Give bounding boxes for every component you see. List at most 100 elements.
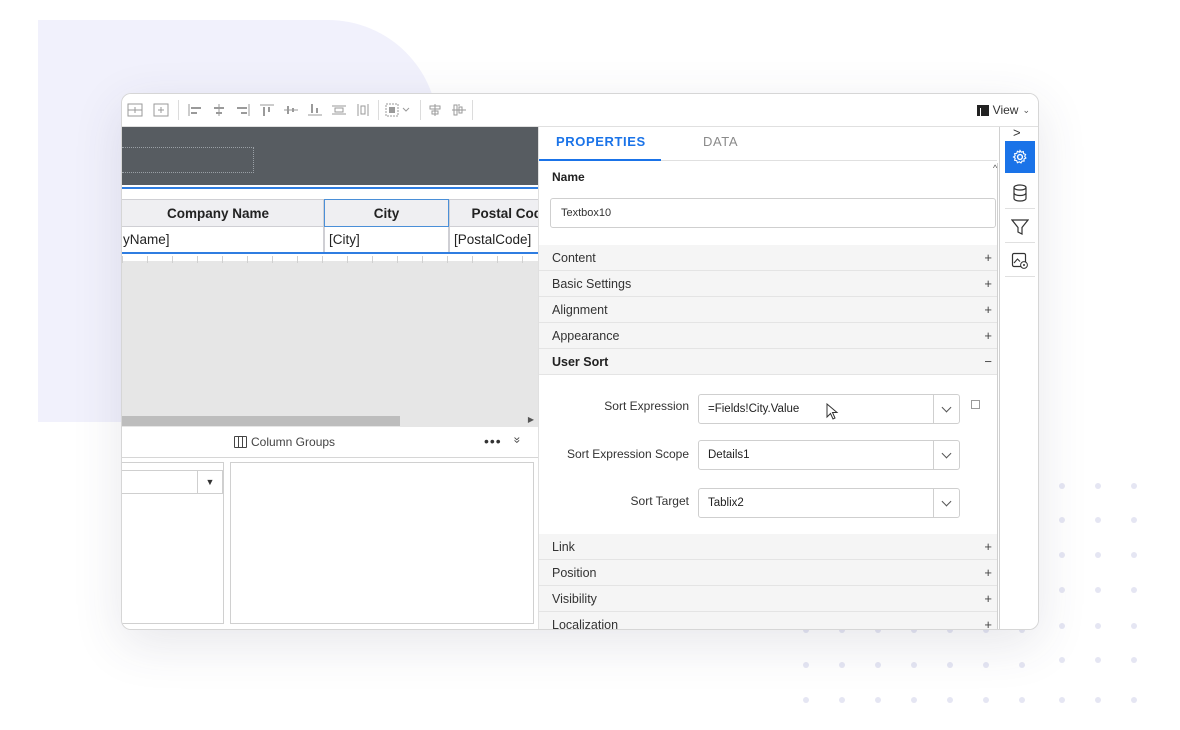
category-localization[interactable]: Localization + — [539, 612, 997, 629]
sort-expression-label: Sort Expression — [604, 399, 689, 413]
gear-icon[interactable] — [1005, 141, 1035, 173]
decorative-dot — [875, 662, 881, 668]
expand-icon[interactable]: + — [984, 591, 992, 606]
align-center-icon[interactable] — [210, 101, 228, 119]
category-appearance[interactable]: Appearance + — [539, 323, 997, 349]
column-groups-title: Column Groups — [234, 435, 335, 449]
header-textbox[interactable] — [122, 147, 254, 173]
decorative-dot — [983, 697, 989, 703]
align-bottom-icon[interactable] — [306, 101, 324, 119]
category-position[interactable]: Position + — [539, 560, 997, 586]
decorative-dot — [911, 662, 917, 668]
center-horizontal-icon[interactable] — [426, 101, 444, 119]
decorative-dot — [1095, 517, 1101, 523]
size-icon[interactable] — [384, 101, 416, 119]
header-cell-city[interactable]: City — [324, 199, 449, 227]
category-visibility[interactable]: Visibility + — [539, 586, 997, 612]
data-cell-postal-code[interactable]: [PostalCode] — [449, 227, 538, 253]
columns-icon — [234, 436, 247, 448]
header-cell-postal-code[interactable]: Postal Cod — [449, 199, 538, 227]
insert-row-below-icon[interactable] — [152, 101, 170, 119]
chevron-down-icon[interactable] — [933, 395, 959, 423]
tablix[interactable]: Company Name City Postal Cod yName] [Cit… — [122, 185, 538, 263]
decorative-dot — [1059, 552, 1065, 558]
decorative-dot — [1059, 587, 1065, 593]
image-settings-icon[interactable] — [1005, 245, 1035, 277]
data-cell-city[interactable]: [City] — [324, 227, 449, 253]
align-right-icon[interactable] — [234, 101, 252, 119]
selection-line-bottom — [122, 252, 538, 254]
sort-target-dropdown[interactable]: Tablix2 — [698, 488, 960, 518]
category-link[interactable]: Link + — [539, 534, 997, 560]
header-label: Postal Cod — [471, 205, 538, 221]
tab-data[interactable]: DATA — [703, 134, 738, 149]
chevron-down-icon[interactable] — [933, 441, 959, 469]
expand-icon[interactable]: + — [984, 539, 992, 554]
report-designer-window: View ⌄ Company Name City Postal Cod yNam… — [121, 93, 1039, 630]
expand-icon[interactable]: + — [984, 250, 992, 265]
report-header-band — [122, 127, 538, 185]
name-value: Textbox10 — [561, 207, 612, 219]
view-button[interactable]: View ⌄ — [976, 101, 1030, 119]
expand-icon[interactable]: + — [984, 276, 992, 291]
layout-icon — [976, 104, 989, 116]
collapse-panel-icon[interactable]: » — [510, 437, 524, 444]
vertical-scrollbar[interactable] — [997, 163, 998, 629]
filter-icon[interactable] — [1005, 211, 1035, 243]
category-basic-settings[interactable]: Basic Settings + — [539, 271, 997, 297]
decorative-dot — [983, 662, 989, 668]
name-field[interactable]: Textbox10 — [550, 198, 996, 228]
category-alignment[interactable]: Alignment + — [539, 297, 997, 323]
decorative-dot — [1131, 657, 1137, 663]
chevron-down-icon[interactable] — [933, 489, 959, 517]
caret-down-icon[interactable]: ▼ — [197, 471, 222, 493]
data-cell-company-name[interactable]: yName] — [122, 227, 324, 253]
sort-expression-scope-dropdown[interactable]: Details1 — [698, 440, 960, 470]
scroll-right-icon[interactable]: ▶ — [528, 415, 534, 424]
decorative-dot — [1095, 657, 1101, 663]
cell-value: yName] — [123, 232, 170, 247]
decorative-dot — [911, 697, 917, 703]
decorative-dot — [1095, 483, 1101, 489]
sort-expression-checkbox[interactable] — [971, 400, 980, 409]
collapse-icon[interactable]: − — [984, 354, 992, 369]
more-options-icon[interactable]: ••• — [484, 433, 502, 449]
expand-panel-icon[interactable]: > — [1013, 125, 1021, 140]
expand-icon[interactable]: + — [984, 328, 992, 343]
properties-tabs: PROPERTIES DATA — [539, 127, 997, 161]
expand-icon[interactable]: + — [984, 617, 992, 629]
decorative-dot — [1059, 623, 1065, 629]
sort-expression-value: =Fields!City.Value — [708, 403, 800, 415]
name-label: Name — [552, 170, 585, 184]
active-tab-indicator — [539, 159, 661, 161]
insert-row-above-icon[interactable] — [126, 101, 144, 119]
decorative-dot — [803, 697, 809, 703]
scrollbar-thumb[interactable] — [122, 416, 400, 426]
align-top-icon[interactable] — [258, 101, 276, 119]
distribute-vertical-icon[interactable] — [354, 101, 372, 119]
category-label: Link — [552, 539, 575, 554]
toolbar-separator — [378, 100, 379, 120]
distribute-horizontal-icon[interactable] — [330, 101, 348, 119]
expand-icon[interactable]: + — [984, 302, 992, 317]
align-left-icon[interactable] — [186, 101, 204, 119]
horizontal-scrollbar[interactable]: ▶ — [122, 414, 538, 427]
decorative-dot — [1019, 662, 1025, 668]
center-vertical-icon[interactable] — [450, 101, 468, 119]
align-middle-icon[interactable] — [282, 101, 300, 119]
design-canvas[interactable]: Company Name City Postal Cod yName] [Cit… — [122, 127, 538, 427]
tab-properties[interactable]: PROPERTIES — [556, 134, 646, 149]
header-cell-company-name[interactable]: Company Name — [122, 199, 324, 227]
decorative-dot — [1131, 623, 1137, 629]
category-label: Content — [552, 250, 596, 265]
tablix-ruler — [122, 256, 538, 263]
category-content[interactable]: Content + — [539, 245, 997, 271]
group-dropdown[interactable]: ▼ — [122, 470, 223, 494]
database-icon[interactable] — [1005, 177, 1035, 209]
decorative-dot — [1019, 697, 1025, 703]
chevron-down-icon: ⌄ — [1022, 104, 1030, 115]
category-user-sort[interactable]: User Sort − — [539, 349, 997, 375]
row-groups-list: ▼ — [122, 462, 224, 624]
decorative-dot — [1059, 517, 1065, 523]
expand-icon[interactable]: + — [984, 565, 992, 580]
